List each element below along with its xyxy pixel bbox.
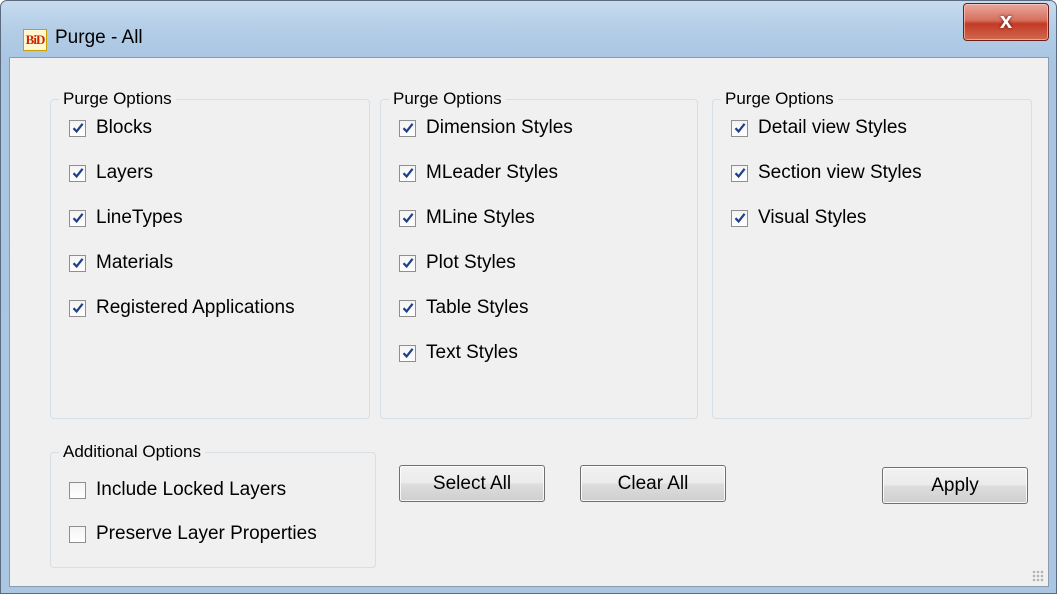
check-icon [402, 123, 413, 134]
window-title: Purge - All [55, 27, 143, 48]
checkbox-box[interactable] [69, 481, 86, 499]
checkbox-include-locked-layers[interactable]: Include Locked Layers [69, 478, 286, 502]
purge-options-group-2: Purge Options Dimension Styles MLeader S… [380, 89, 698, 419]
checkbox-box[interactable] [731, 119, 748, 137]
checkbox-box[interactable] [69, 299, 86, 317]
checkbox-box[interactable] [69, 254, 86, 272]
checkbox-label: MLeader Styles [426, 162, 559, 183]
group-legend: Purge Options [389, 89, 506, 109]
check-icon [72, 123, 83, 134]
additional-options-group: Additional Options Include Locked Layers… [50, 442, 376, 568]
checkbox-preserve-layer-properties[interactable]: Preserve Layer Properties [69, 522, 317, 546]
checkbox-box[interactable] [69, 119, 86, 137]
checkbox-label: MLine Styles [426, 207, 535, 228]
group-legend: Purge Options [59, 89, 176, 109]
checkbox-label: Layers [96, 162, 154, 183]
checkbox-materials[interactable]: Materials [69, 251, 173, 275]
checkbox-blocks[interactable]: Blocks [69, 116, 152, 140]
checkbox-visual-styles[interactable]: Visual Styles [731, 206, 866, 230]
checkbox-plot-styles[interactable]: Plot Styles [399, 251, 516, 275]
checkbox-box[interactable] [399, 299, 416, 317]
checkbox-label: Section view Styles [758, 162, 922, 183]
checkbox-label: Detail view Styles [758, 117, 907, 138]
checkbox-label: Preserve Layer Properties [96, 523, 317, 544]
title-bar[interactable]: BiD Purge - All x [1, 1, 1056, 56]
checkbox-linetypes[interactable]: LineTypes [69, 206, 183, 230]
checkbox-mline-styles[interactable]: MLine Styles [399, 206, 535, 230]
check-icon [72, 258, 83, 269]
checkbox-label: Table Styles [426, 297, 529, 318]
checkbox-label: Plot Styles [426, 252, 516, 273]
checkbox-box[interactable] [399, 164, 416, 182]
checkbox-label: Visual Styles [758, 207, 867, 228]
checkbox-box[interactable] [69, 525, 86, 543]
close-button[interactable]: x [963, 3, 1049, 41]
checkbox-box[interactable] [731, 164, 748, 182]
app-icon: BiD [23, 29, 47, 51]
checkbox-label: Include Locked Layers [96, 479, 287, 500]
purge-options-group-1: Purge Options Blocks Layers LineTypes Ma… [50, 89, 370, 419]
checkbox-label: Blocks [96, 117, 152, 138]
checkbox-layers[interactable]: Layers [69, 161, 153, 185]
check-icon [734, 213, 745, 224]
checkbox-mleader-styles[interactable]: MLeader Styles [399, 161, 558, 185]
check-icon [402, 303, 413, 314]
purge-dialog-window: BiD Purge - All x Purge Options Blocks L… [0, 0, 1057, 594]
checkbox-text-styles[interactable]: Text Styles [399, 341, 518, 365]
check-icon [72, 213, 83, 224]
check-icon [402, 168, 413, 179]
checkbox-label: LineTypes [96, 207, 183, 228]
check-icon [72, 168, 83, 179]
checkbox-label: Text Styles [426, 342, 518, 363]
checkbox-box[interactable] [399, 344, 416, 362]
checkbox-registered-applications[interactable]: Registered Applications [69, 296, 295, 320]
apply-button[interactable]: Apply [882, 467, 1028, 504]
check-icon [734, 123, 745, 134]
clear-all-button[interactable]: Clear All [580, 465, 726, 502]
purge-options-group-3: Purge Options Detail view Styles Section… [712, 89, 1032, 419]
dialog-client-area: Purge Options Blocks Layers LineTypes Ma… [9, 57, 1049, 587]
checkbox-box[interactable] [399, 254, 416, 272]
checkbox-table-styles[interactable]: Table Styles [399, 296, 528, 320]
checkbox-box[interactable] [731, 209, 748, 227]
checkbox-box[interactable] [69, 164, 86, 182]
check-icon [734, 168, 745, 179]
check-icon [402, 213, 413, 224]
checkbox-label: Dimension Styles [426, 117, 573, 138]
check-icon [72, 303, 83, 314]
checkbox-label: Materials [96, 252, 174, 273]
checkbox-detail-view-styles[interactable]: Detail view Styles [731, 116, 907, 140]
checkbox-box[interactable] [69, 209, 86, 227]
group-legend: Additional Options [59, 442, 205, 462]
check-icon [402, 258, 413, 269]
checkbox-dimension-styles[interactable]: Dimension Styles [399, 116, 573, 140]
checkbox-box[interactable] [399, 209, 416, 227]
resize-grip-icon[interactable] [1032, 570, 1044, 582]
group-legend: Purge Options [721, 89, 838, 109]
checkbox-box[interactable] [399, 119, 416, 137]
select-all-button[interactable]: Select All [399, 465, 545, 502]
check-icon [402, 348, 413, 359]
checkbox-section-view-styles[interactable]: Section view Styles [731, 161, 922, 185]
checkbox-label: Registered Applications [96, 297, 295, 318]
